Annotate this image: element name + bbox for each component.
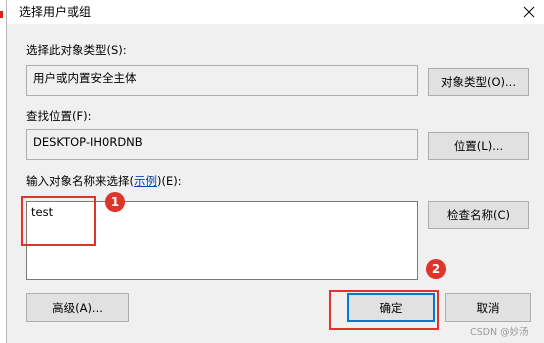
close-icon — [523, 6, 535, 18]
annotation-badge-2: 2 — [426, 259, 446, 279]
location-field: DESKTOP-IH0RDNB — [26, 129, 418, 160]
object-names-label: 输入对象名称来选择(示例)(E): — [26, 174, 182, 188]
screenshot: 选择用户或组 选择此对象类型(S): 用户或内置安全主体 对象类型(O)... … — [0, 0, 544, 343]
object-type-label: 选择此对象类型(S): — [26, 43, 127, 57]
cancel-button[interactable]: 取消 — [445, 293, 531, 322]
object-type-field: 用户或内置安全主体 — [26, 65, 418, 96]
watermark-text: CSDN @妙汤 — [470, 327, 529, 338]
advanced-button[interactable]: 高级(A)... — [26, 293, 129, 322]
ok-button[interactable]: 确定 — [347, 293, 435, 322]
object-names-input[interactable]: test — [26, 201, 418, 280]
object-names-label-prefix: 输入对象名称来选择( — [26, 174, 134, 188]
location-label: 查找位置(F): — [26, 109, 92, 123]
check-names-button[interactable]: 检查名称(C) — [428, 201, 529, 229]
annotation-badge-1: 1 — [105, 192, 125, 212]
examples-link[interactable]: 示例 — [134, 174, 157, 188]
locations-button[interactable]: 位置(L)... — [428, 132, 529, 160]
dialog-title: 选择用户或组 — [19, 5, 92, 19]
object-types-button[interactable]: 对象类型(O)... — [428, 68, 529, 96]
select-users-dialog: 选择用户或组 选择此对象类型(S): 用户或内置安全主体 对象类型(O)... … — [6, 0, 544, 343]
close-button[interactable] — [514, 0, 544, 24]
title-bar: 选择用户或组 — [7, 0, 544, 24]
background-edge-mark — [0, 11, 3, 18]
object-names-label-suffix: )(E): — [157, 174, 182, 188]
